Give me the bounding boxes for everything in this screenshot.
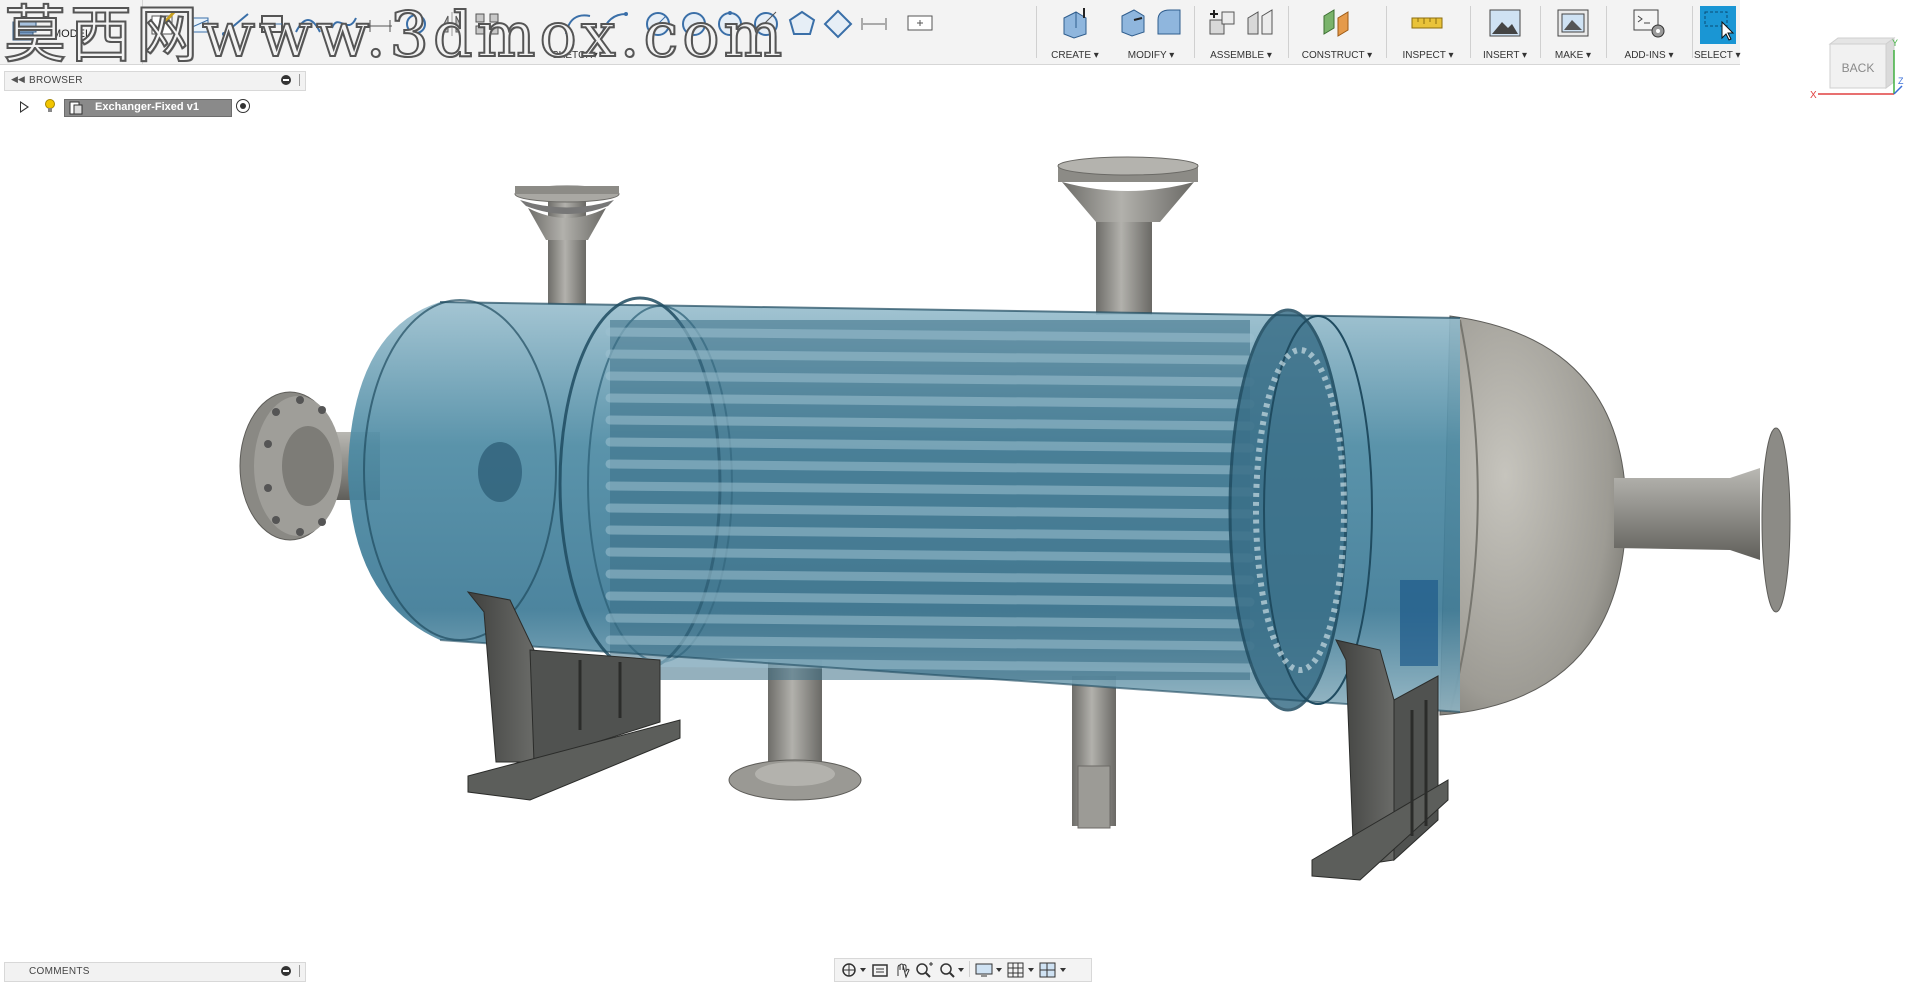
constraint-icon[interactable] <box>400 8 432 40</box>
addins-menu[interactable]: ADD-INS ▾ <box>1610 0 1688 64</box>
expand-arrow-icon[interactable] <box>20 101 29 113</box>
fit-icon[interactable] <box>939 962 965 978</box>
new-component-icon <box>1209 10 1235 35</box>
activate-radio[interactable] <box>236 99 250 113</box>
main-toolbar: MODEL SKETCH▾ CREATE ▾ MODIFY ▾ ASSEMBLE… <box>0 0 1741 65</box>
browser-title: BROWSER <box>29 75 83 86</box>
create-menu[interactable]: CREATE ▾ <box>1040 0 1110 64</box>
toolbar-separator <box>1386 6 1387 58</box>
collapse-panel-icon[interactable]: ◀◀ <box>11 74 25 85</box>
select-icon <box>1700 6 1736 44</box>
circle-center-icon[interactable] <box>642 8 674 40</box>
top-left-nozzle <box>514 185 620 305</box>
add-comment-icon[interactable] <box>281 966 291 976</box>
browser-root-item[interactable]: Exchanger-Fixed v1 <box>20 98 340 118</box>
assemble-menu[interactable]: ASSEMBLE ▾ <box>1198 0 1284 64</box>
arc-icon[interactable] <box>292 8 324 40</box>
mirror-icon[interactable] <box>436 8 468 40</box>
comments-panel-header[interactable]: COMMENTS <box>4 962 306 982</box>
panel-grip-icon[interactable] <box>299 74 303 86</box>
dimension-icon[interactable] <box>364 8 396 40</box>
insert-menu[interactable]: INSERT ▾ <box>1474 0 1536 64</box>
top-right-nozzle <box>1057 156 1199 315</box>
measure-icon <box>1411 17 1443 29</box>
toolbar-separator <box>1692 6 1693 58</box>
modify-menu[interactable]: MODIFY ▾ <box>1112 0 1190 64</box>
grid-settings-icon[interactable] <box>1007 962 1035 978</box>
text-icon[interactable] <box>904 8 936 40</box>
toolbar-separator <box>1194 6 1195 58</box>
scripts-addins-icon <box>1633 9 1665 38</box>
3d-viewport[interactable] <box>0 120 1906 960</box>
insert-image-icon <box>1489 9 1521 37</box>
browser-panel-header[interactable]: ◀◀ BROWSER <box>4 71 306 91</box>
panel-grip-icon[interactable] <box>299 965 303 977</box>
display-settings-icon[interactable] <box>975 962 1003 978</box>
toolbar-separator <box>1288 6 1289 58</box>
fit-point-spline-icon[interactable] <box>562 8 594 40</box>
pan-icon[interactable] <box>893 962 911 978</box>
viewcube[interactable]: BACK X Y Z <box>1808 36 1904 106</box>
rectangle-icon[interactable] <box>256 8 288 40</box>
orbit-icon[interactable] <box>841 962 867 978</box>
circle-3point-icon[interactable] <box>714 8 746 40</box>
viewports-icon[interactable] <box>1039 962 1067 978</box>
construct-menu[interactable]: CONSTRUCT ▾ <box>1292 0 1382 64</box>
look-at-icon[interactable] <box>871 962 889 978</box>
workspace-label: MODEL <box>52 28 92 40</box>
select-menu[interactable]: SELECT ▾ <box>1694 0 1741 64</box>
extrude-icon <box>1063 8 1087 39</box>
bottom-left-nozzle <box>728 660 862 801</box>
stop-sketch-icon[interactable] <box>184 8 216 40</box>
workspace-switcher[interactable]: MODEL <box>0 0 143 64</box>
line-icon[interactable] <box>220 8 252 40</box>
slot-icon[interactable] <box>858 8 890 40</box>
tube-bundle <box>605 320 1255 680</box>
minimize-icon[interactable] <box>281 75 291 85</box>
toolbar-separator <box>1470 6 1471 58</box>
circle-tangent-icon[interactable] <box>750 8 782 40</box>
inspect-menu[interactable]: INSPECT ▾ <box>1390 0 1466 64</box>
press-pull-icon <box>1121 9 1145 37</box>
create-sketch-icon[interactable] <box>148 8 180 40</box>
fillet-icon <box>1157 9 1181 35</box>
document-icon <box>69 101 83 115</box>
axis-y-label: Y <box>1892 38 1898 48</box>
ellipse-icon[interactable] <box>822 8 854 40</box>
viewcube-face-label: BACK <box>1842 61 1875 75</box>
nav-separator <box>969 961 970 977</box>
axis-x-label: X <box>1810 90 1817 101</box>
comments-title: COMMENTS <box>29 966 90 977</box>
sketch-label[interactable]: SKETCH <box>552 50 593 61</box>
spline-icon[interactable] <box>328 8 360 40</box>
toolbar-separator <box>1036 6 1037 58</box>
conic-curve-icon[interactable] <box>598 8 630 40</box>
3d-print-icon <box>1557 9 1589 37</box>
joint-icon <box>1247 9 1273 35</box>
offset-plane-icon <box>1323 9 1349 37</box>
root-component-label[interactable]: Exchanger-Fixed v1 <box>64 99 232 117</box>
pattern-icon[interactable] <box>472 8 504 40</box>
workspace-icon <box>12 17 37 41</box>
toolbar-separator <box>1540 6 1541 58</box>
zoom-icon[interactable] <box>915 962 935 978</box>
axis-z-label: Z <box>1898 76 1904 86</box>
right-dome-head <box>1439 315 1791 716</box>
bottom-right-nozzle <box>1072 676 1116 829</box>
navigation-bar <box>834 958 1092 982</box>
toolbar-separator <box>1606 6 1607 58</box>
polygon-icon[interactable] <box>786 8 818 40</box>
make-menu[interactable]: MAKE ▾ <box>1544 0 1602 64</box>
circle-2point-icon[interactable] <box>678 8 710 40</box>
visibility-bulb-icon[interactable] <box>44 99 56 113</box>
